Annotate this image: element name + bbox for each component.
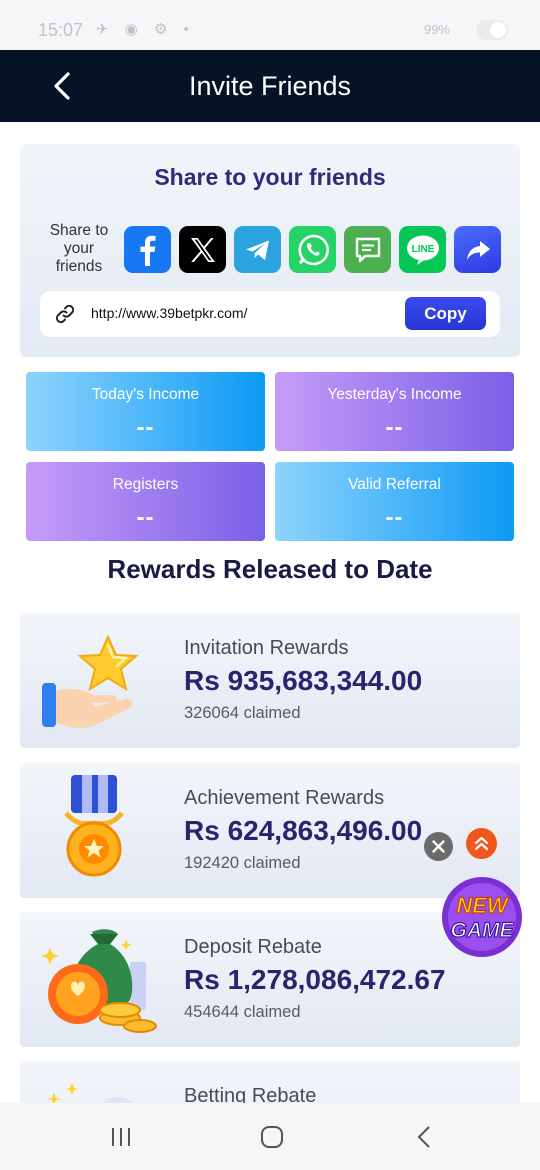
- stat-valid-referral: Valid Referral --: [275, 462, 514, 541]
- stat-label: Today's Income: [91, 386, 200, 403]
- telegram-icon: [245, 240, 269, 260]
- stat-registers: Registers --: [26, 462, 265, 541]
- reward-name: Achievement Rewards: [184, 787, 385, 809]
- stat-yesterdays-income: Yesterday's Income --: [275, 372, 514, 451]
- star-hand-icon: [42, 634, 139, 729]
- app-header: Invite Friends: [0, 50, 540, 122]
- referral-link-box: http://www.39betpkr.com/ Copy: [40, 291, 500, 337]
- money-bag-icon: [41, 929, 157, 1033]
- share-title: Share to your friends: [154, 164, 386, 190]
- recents-icon: [112, 1128, 130, 1146]
- double-chevron-up-icon: [474, 836, 489, 851]
- status-time: 15:07: [38, 20, 84, 40]
- reward-card-invitation: Invitation Rewards Rs 935,683,344.00 326…: [20, 613, 520, 748]
- rewards-section-title: Rewards Released to Date: [107, 554, 433, 584]
- more-share-button[interactable]: [454, 226, 501, 273]
- back-icon: [418, 1126, 430, 1148]
- reward-amount: Rs 1,278,086,472.67: [184, 964, 446, 995]
- reward-amount: Rs 935,683,344.00: [184, 665, 423, 696]
- stat-label: Valid Referral: [348, 476, 441, 493]
- stat-value: --: [136, 414, 155, 441]
- whatsapp-share-button[interactable]: [289, 226, 336, 273]
- scroll-top-button[interactable]: [466, 828, 497, 859]
- whatsapp-icon: [297, 234, 329, 265]
- share-card: Share to your friends Share to your frie…: [20, 144, 520, 357]
- back-button[interactable]: [42, 64, 86, 108]
- telegram-share-button[interactable]: [234, 226, 281, 273]
- stat-value: --: [385, 504, 404, 531]
- system-nav-bar: [0, 1103, 540, 1170]
- copy-button[interactable]: Copy: [405, 297, 486, 330]
- reward-claimed: 326064 claimed: [184, 704, 301, 722]
- share-label: Share to your friends: [49, 222, 109, 275]
- stat-label: Registers: [112, 476, 179, 493]
- stat-label: Yesterday's Income: [327, 386, 462, 403]
- new-game-icon: NEW GAME: [442, 877, 522, 957]
- x-share-button[interactable]: [179, 226, 226, 273]
- status-icons: ✈ ◉ ⚙ •: [96, 21, 195, 38]
- stat-todays-income: Today's Income --: [26, 372, 265, 451]
- reward-claimed: 192420 claimed: [184, 854, 301, 872]
- new-game-text-new: NEW: [456, 893, 510, 918]
- status-bar: 15:07 ✈ ◉ ⚙ • 99%: [0, 0, 540, 50]
- link-icon: [55, 304, 75, 324]
- reward-name: Invitation Rewards: [184, 637, 349, 659]
- new-game-text-game: GAME: [451, 919, 515, 942]
- battery-icon: [476, 20, 508, 40]
- medal-icon: [64, 775, 124, 877]
- message-icon: [355, 237, 380, 262]
- recents-button[interactable]: [108, 1123, 136, 1151]
- x-icon: [190, 237, 215, 262]
- home-button[interactable]: [258, 1123, 286, 1151]
- svg-text:LINE: LINE: [411, 244, 434, 255]
- line-share-button[interactable]: LINE: [399, 226, 446, 273]
- new-game-badge[interactable]: NEW GAME: [437, 875, 527, 959]
- battery-level: 99%: [423, 22, 450, 37]
- chevron-left-icon: [54, 72, 70, 100]
- facebook-share-button[interactable]: [124, 226, 171, 273]
- share-icons: LINE: [124, 226, 501, 273]
- share-arrow-icon: [466, 240, 490, 260]
- referral-link: http://www.39betpkr.com/: [91, 305, 248, 321]
- reward-name: Deposit Rebate: [184, 936, 322, 958]
- home-icon: [261, 1126, 283, 1148]
- reward-claimed: 454644 claimed: [184, 1003, 301, 1021]
- stat-value: --: [136, 504, 155, 531]
- facebook-icon: [140, 235, 155, 266]
- line-icon: LINE: [406, 235, 439, 265]
- back-nav-button[interactable]: [410, 1123, 438, 1151]
- close-floating-button[interactable]: [424, 832, 453, 861]
- reward-amount: Rs 624,863,496.00: [184, 815, 423, 846]
- sms-share-button[interactable]: [344, 226, 391, 273]
- close-icon: [432, 840, 445, 853]
- stat-value: --: [385, 414, 404, 441]
